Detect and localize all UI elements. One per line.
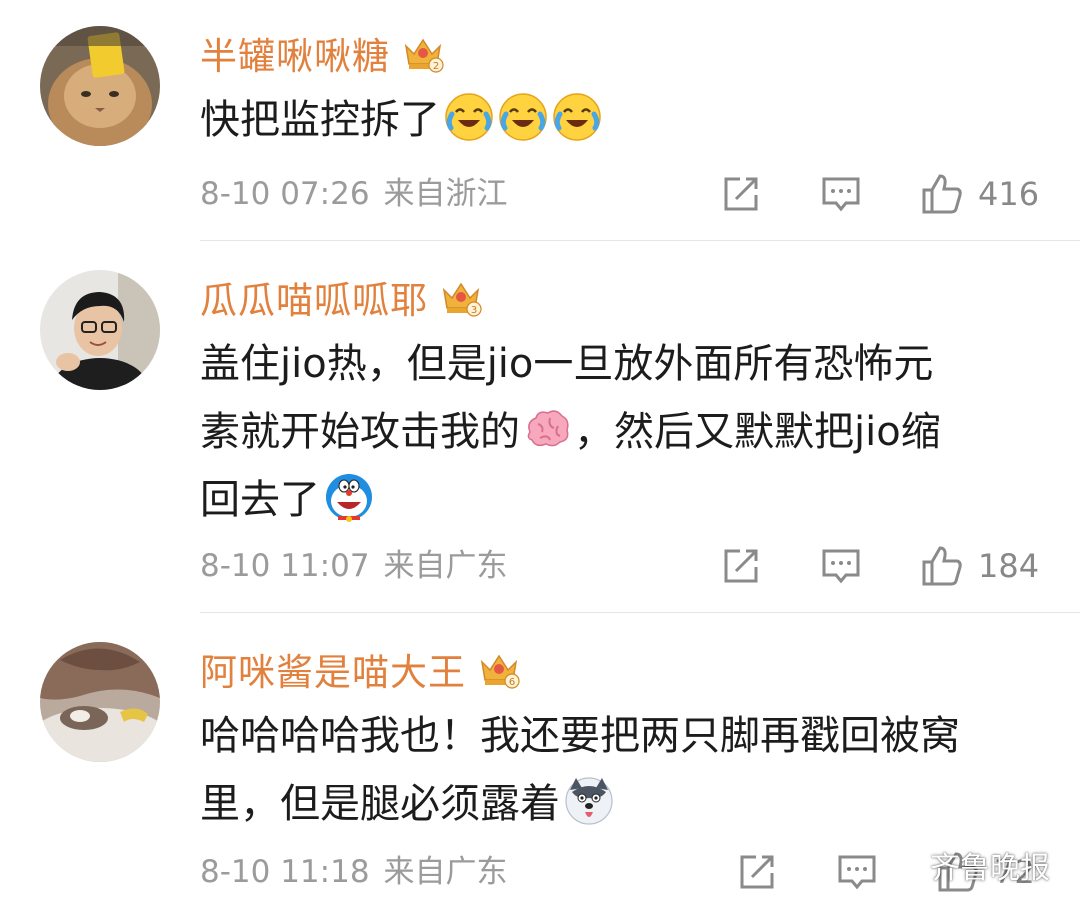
- comment-date: 8-10 11:07: [200, 548, 370, 584]
- watermark: 齐鲁晚报: [880, 843, 1050, 887]
- crown-badge-icon: 6: [478, 648, 520, 690]
- comment-date: 8-10 11:18: [200, 854, 370, 890]
- comment-bubble-icon: [838, 855, 876, 890]
- avatar[interactable]: [40, 26, 160, 146]
- comment-meta: 8-10 11:18 来自广东: [200, 848, 508, 896]
- comment-meta: 8-10 07:26 来自浙江: [200, 170, 508, 218]
- comment-text-line: 里，但是腿必须露着: [200, 781, 560, 827]
- laugh-cry-emoji-icon: [444, 92, 494, 142]
- comment-text-line: 盖住jio热，但是jio一旦放外面所有恐怖元: [200, 341, 934, 387]
- comment-origin: 来自广东: [383, 548, 508, 584]
- repost-button[interactable]: [720, 172, 762, 216]
- avatar[interactable]: [40, 270, 160, 390]
- comment-text: 快把监控拆了: [200, 86, 1040, 154]
- wechat-icon: [880, 848, 919, 880]
- comment-meta: 8-10 11:07 来自广东: [200, 542, 508, 590]
- comment-button[interactable]: [836, 850, 878, 894]
- laugh-cry-emoji-icon: [552, 92, 602, 142]
- comment-bubble-icon: [822, 549, 860, 584]
- husky-emoji-icon: [564, 776, 614, 826]
- comment-text-line: 快把监控拆了: [200, 97, 440, 143]
- like-count: 184: [978, 547, 1040, 585]
- thumbs-up-icon: [922, 174, 962, 214]
- repost-icon: [724, 549, 758, 583]
- comment-text: 盖住jio热，但是jio一旦放外面所有恐怖元 素就开始攻击我的 ，然后又默默把ji…: [200, 330, 1040, 534]
- comment-text-line: 回去了: [200, 477, 320, 523]
- repost-button[interactable]: [736, 850, 778, 894]
- divider: [200, 612, 1080, 613]
- comment-origin: 来自浙江: [383, 176, 508, 212]
- comment-text-line: 素就开始攻击我的: [200, 409, 520, 455]
- username[interactable]: 半罐啾啾糖: [200, 26, 390, 80]
- doraemon-emoji-icon: [324, 472, 374, 522]
- svg-text:6: 6: [509, 677, 515, 688]
- comment-button[interactable]: [820, 172, 862, 216]
- like-count: 416: [978, 175, 1040, 213]
- svg-text:3: 3: [471, 305, 477, 316]
- username[interactable]: 阿咪酱是喵大王: [200, 642, 466, 696]
- crown-badge-icon: 3: [440, 276, 482, 318]
- comment-text-line: ，然后又默默把jio缩: [574, 409, 941, 455]
- comment-text-line: 哈哈哈哈我也！我还要把两只脚再戳回被窝: [200, 713, 960, 759]
- comment-text: 哈哈哈哈我也！我还要把两只脚再戳回被窝 里，但是腿必须露着: [200, 702, 1040, 838]
- repost-button[interactable]: [720, 544, 762, 588]
- like-button[interactable]: 416: [920, 172, 1039, 216]
- comment-button[interactable]: [820, 544, 862, 588]
- comment-origin: 来自广东: [383, 854, 508, 890]
- like-button[interactable]: 184: [920, 544, 1039, 588]
- comment-bubble-icon: [822, 177, 860, 212]
- repost-icon: [740, 855, 774, 889]
- svg-text:2: 2: [433, 61, 439, 72]
- watermark-text: 齐鲁晚报: [930, 851, 1050, 886]
- repost-icon: [724, 177, 758, 211]
- laugh-cry-emoji-icon: [498, 92, 548, 142]
- divider: [200, 240, 1080, 241]
- avatar[interactable]: [40, 642, 160, 762]
- username[interactable]: 瓜瓜喵呱呱耶: [200, 270, 428, 324]
- brain-emoji-icon: [522, 404, 572, 454]
- crown-badge-icon: 2: [402, 32, 444, 74]
- thumbs-up-icon: [922, 546, 962, 586]
- comment-date: 8-10 07:26: [200, 176, 370, 212]
